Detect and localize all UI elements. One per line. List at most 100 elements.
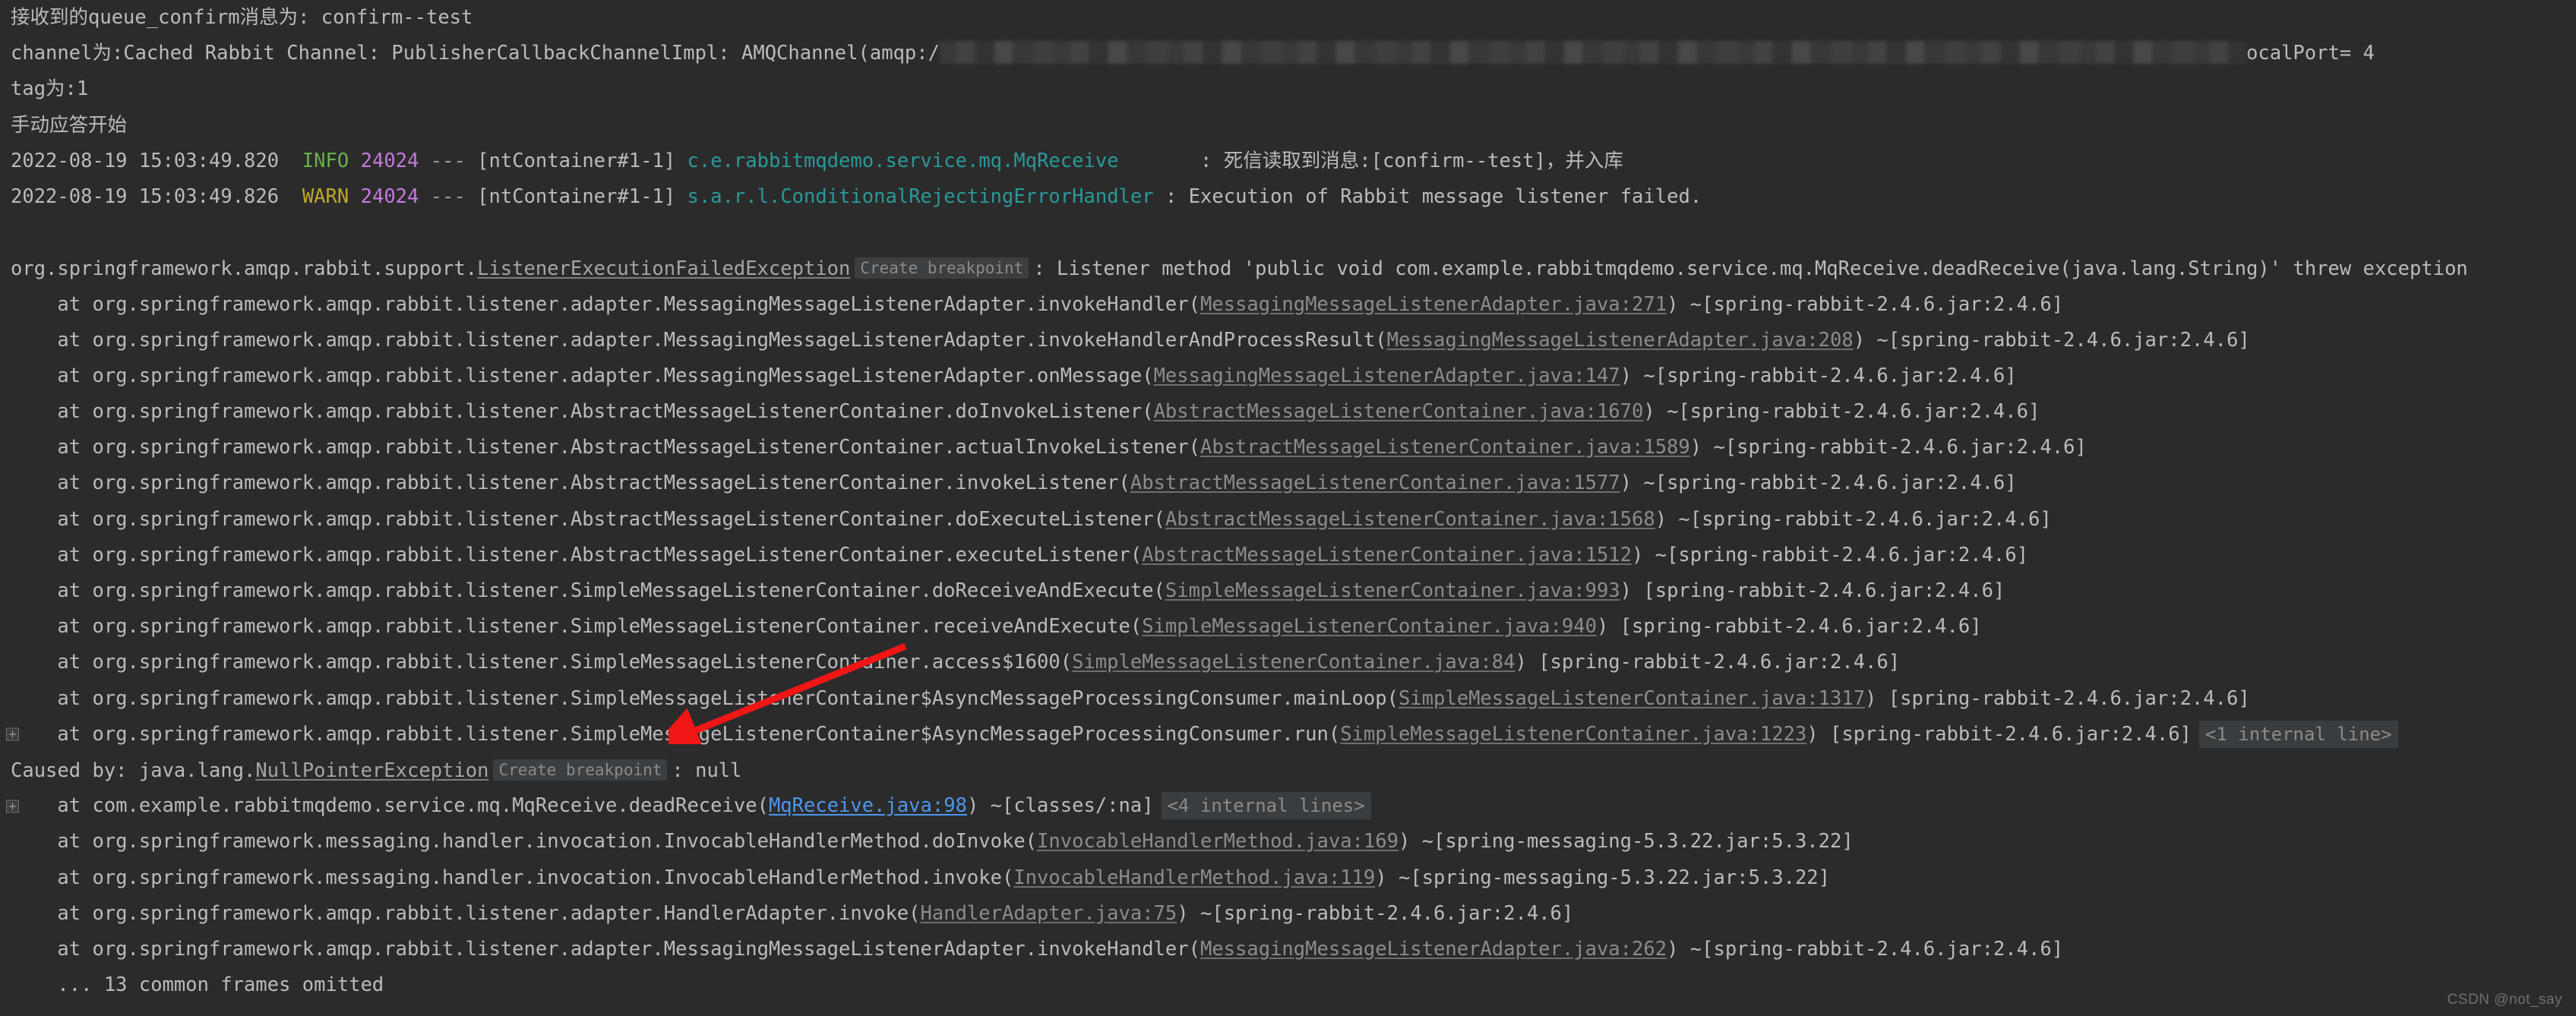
frame-indent xyxy=(11,400,57,423)
frame-at-keyword: at xyxy=(57,901,93,925)
frame-jar: ~[spring-rabbit-2.4.6.jar:2.4.6] xyxy=(1667,507,2052,531)
frame-source-link[interactable]: InvocableHandlerMethod.java:169 xyxy=(1037,830,1399,853)
stack-frame-line: at org.springframework.amqp.rabbit.liste… xyxy=(0,538,2576,573)
frame-indent xyxy=(11,615,57,638)
frame-paren-open: ( xyxy=(1188,436,1200,459)
stack-frame-line: at org.springframework.messaging.handler… xyxy=(0,824,2576,860)
frame-method: org.springframework.amqp.rabbit.listener… xyxy=(92,615,1130,639)
frame-source-link[interactable]: MessagingMessageListenerAdapter.java:208 xyxy=(1387,329,1854,352)
internal-lines-badge[interactable]: <1 internal line> xyxy=(2198,720,2398,748)
frame-at-keyword: at xyxy=(57,364,93,387)
frame-paren-open: ( xyxy=(1142,364,1154,387)
frame-indent xyxy=(11,938,57,961)
stack-frame-line: at org.springframework.amqp.rabbit.liste… xyxy=(0,430,2576,465)
frame-source-link[interactable]: SimpleMessageListenerContainer.java:1317 xyxy=(1399,687,1865,710)
log-line-info: 2022-08-19 15:03:49.820 INFO 24024 --- [… xyxy=(0,144,2576,179)
stack-frame-line: at org.springframework.amqp.rabbit.liste… xyxy=(0,358,2576,394)
internal-lines-badge[interactable]: <4 internal lines> xyxy=(1161,792,1371,820)
log-level-badge: INFO xyxy=(302,149,349,172)
frame-jar: ~[spring-rabbit-2.4.6.jar:2.4.6] xyxy=(1655,400,2040,424)
caused-by-detail: : null xyxy=(672,759,742,782)
exception-header-line: org.springframework.amqp.rabbit.support.… xyxy=(0,251,2576,286)
log-thread: [ntContainer#1-1] xyxy=(477,185,676,208)
frame-method: org.springframework.amqp.rabbit.listener… xyxy=(92,579,1154,602)
log-message: Execution of Rabbit message listener fai… xyxy=(1188,185,1702,208)
run-console-output[interactable]: 接收到的queue_confirm消息为: confirm--test chan… xyxy=(0,0,2576,1016)
frame-jar: ~[spring-messaging-5.3.22.jar:5.3.22] xyxy=(1410,830,1854,854)
frame-jar: [spring-rabbit-2.4.6.jar:2.4.6] xyxy=(1876,686,2250,710)
frame-paren-close: ) xyxy=(1515,651,1527,674)
frame-source-link[interactable]: MessagingMessageListenerAdapter.java:147 xyxy=(1154,364,1620,387)
frame-at-keyword: at xyxy=(57,543,93,566)
frame-at-keyword: at xyxy=(57,436,93,459)
stack-frame-line: at org.springframework.amqp.rabbit.liste… xyxy=(0,645,2576,680)
frame-paren-close: ) xyxy=(1865,686,1877,710)
frame-source-link[interactable]: MessagingMessageListenerAdapter.java:271 xyxy=(1200,293,1667,316)
caused-by-line: Caused by: java.lang.NullPointerExceptio… xyxy=(0,753,2576,788)
frame-source-link[interactable]: AbstractMessageListenerContainer.java:15… xyxy=(1200,436,1690,459)
caused-by-class-link[interactable]: NullPointerException xyxy=(255,759,488,782)
frame-indent xyxy=(11,902,57,925)
frame-paren-close: ) xyxy=(1689,436,1702,459)
frame-source-link[interactable]: InvocableHandlerMethod.java:119 xyxy=(1013,866,1375,889)
console-line-list: 接收到的queue_confirm消息为: confirm--test chan… xyxy=(0,0,2576,1003)
frame-paren-close: ) xyxy=(1655,507,1667,531)
frame-indent xyxy=(11,579,57,602)
log-logger: s.a.r.l.ConditionalRejectingErrorHandler xyxy=(687,185,1154,208)
frame-paren-close: ) xyxy=(1177,901,1189,925)
frame-paren-open: ( xyxy=(1001,866,1014,889)
csdn-watermark: CSDN @not_say xyxy=(2447,992,2562,1008)
frame-jar: ~[spring-rabbit-2.4.6.jar:2.4.6] xyxy=(1678,937,2064,961)
frame-source-link[interactable]: HandlerAdapter.java:75 xyxy=(921,902,1177,925)
console-line-received-message: 接收到的queue_confirm消息为: confirm--test xyxy=(0,0,2576,36)
frame-indent xyxy=(11,830,57,853)
sp xyxy=(419,185,430,208)
sp xyxy=(675,150,687,172)
frame-source-link[interactable]: SimpleMessageListenerContainer.java:84 xyxy=(1072,651,1515,674)
frame-source-link[interactable]: AbstractMessageListenerContainer.java:16… xyxy=(1154,400,1644,423)
frame-method: org.springframework.amqp.rabbit.listener… xyxy=(92,292,1189,316)
channel-prefix: channel为:Cached Rabbit Channel: Publishe… xyxy=(11,42,940,65)
frame-source-link[interactable]: AbstractMessageListenerContainer.java:15… xyxy=(1142,544,1632,566)
frame-at-keyword: at xyxy=(57,400,93,424)
frame-source-link[interactable]: SimpleMessageListenerContainer.java:1223 xyxy=(1340,723,1806,746)
frame-paren-close: ) xyxy=(1853,328,1866,352)
frame-paren-open: ( xyxy=(1130,543,1143,566)
frame-source-link[interactable]: AbstractMessageListenerContainer.java:15… xyxy=(1130,472,1620,494)
frame-method: org.springframework.amqp.rabbit.listener… xyxy=(92,400,1143,424)
frame-paren-open: ( xyxy=(1060,651,1073,674)
frame-source-link[interactable]: MqReceive.java:98 xyxy=(769,794,967,817)
frame-indent xyxy=(11,866,57,889)
frame-source-link[interactable]: SimpleMessageListenerContainer.java:940 xyxy=(1142,615,1597,638)
stack-frame-line: at org.springframework.amqp.rabbit.liste… xyxy=(0,323,2576,358)
plus-square-icon[interactable] xyxy=(6,800,19,813)
frame-at-keyword: at xyxy=(57,328,93,352)
sp xyxy=(279,150,302,172)
frame-jar: ~[spring-rabbit-2.4.6.jar:2.4.6] xyxy=(1702,436,2087,459)
frame-indent xyxy=(11,472,57,494)
create-breakpoint-hint[interactable]: Create breakpoint xyxy=(855,257,1029,279)
sp xyxy=(349,150,360,172)
frame-paren-close: ) xyxy=(1620,364,1633,387)
stack-frame-group-caused: at com.example.rabbitmqdemo.service.mq.M… xyxy=(0,788,2576,967)
common-frames-omitted-line: ... 13 common frames omitted xyxy=(11,973,384,997)
frame-source-link[interactable]: SimpleMessageListenerContainer.java:993 xyxy=(1165,579,1620,602)
frame-source-link[interactable]: MessagingMessageListenerAdapter.java:262 xyxy=(1200,938,1667,961)
log-timestamp: 2022-08-19 15:03:49.826 xyxy=(11,185,280,208)
create-breakpoint-hint[interactable]: Create breakpoint xyxy=(493,759,668,781)
frame-indent xyxy=(11,651,57,674)
frame-paren-open: ( xyxy=(1153,507,1165,531)
frame-at-keyword: at xyxy=(57,472,93,495)
console-line-tag: tag为:1 xyxy=(11,77,89,101)
frame-paren-open: ( xyxy=(1328,722,1341,746)
exception-class-link[interactable]: ListenerExecutionFailedException xyxy=(477,257,850,280)
log-separator: --- xyxy=(430,149,466,172)
frame-method: org.springframework.amqp.rabbit.listener… xyxy=(92,901,909,925)
frame-paren-close: ) xyxy=(1398,830,1411,854)
channel-suffix: ocalPort= 4 xyxy=(2246,42,2375,65)
frame-method: org.springframework.messaging.handler.in… xyxy=(92,866,1002,889)
frame-method: org.springframework.amqp.rabbit.listener… xyxy=(92,328,1376,352)
frame-source-link[interactable]: AbstractMessageListenerContainer.java:15… xyxy=(1165,508,1655,531)
plus-square-icon[interactable] xyxy=(6,727,19,741)
